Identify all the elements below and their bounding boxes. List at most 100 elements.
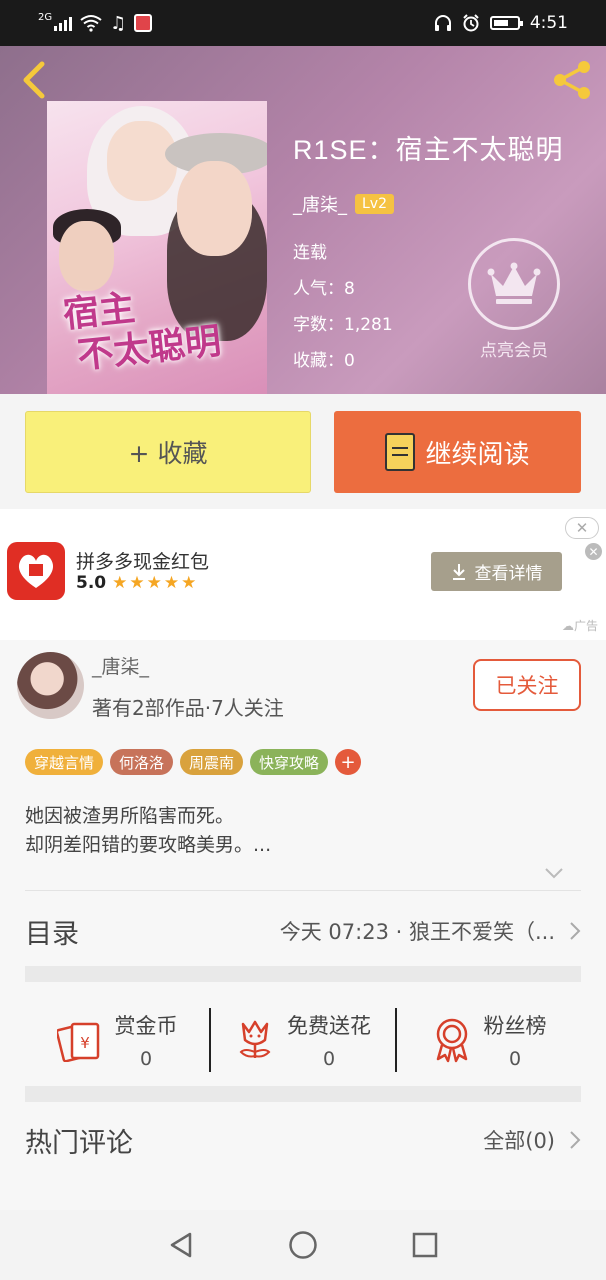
status-right: 4:51: [434, 13, 568, 33]
level-badge: Lv2: [355, 194, 394, 214]
section-divider: [25, 1086, 581, 1102]
reward-text: 粉丝榜 0: [484, 1010, 547, 1070]
chevron-right-icon: [570, 922, 581, 940]
chevron-down-icon: [545, 868, 563, 879]
fan-ranking-button[interactable]: 粉丝榜 0: [397, 1010, 581, 1070]
headset-icon: [434, 15, 451, 31]
crown-icon: [487, 262, 541, 304]
wifi-icon: [80, 15, 102, 32]
reward-text: 免费送花 0: [287, 1010, 371, 1070]
system-nav-bar: [0, 1210, 606, 1280]
tag[interactable]: 穿越言情: [25, 749, 104, 775]
favorite-button[interactable]: + 收藏: [25, 411, 311, 493]
reward-label: 赏金币: [114, 1014, 178, 1038]
book-intro: 她因被渣男所陷害而死。 却阴差阳错的要攻略美男。...: [25, 802, 271, 860]
download-icon: [452, 563, 465, 580]
expand-button[interactable]: [544, 864, 564, 879]
intro-line: 却阴差阳错的要攻略美男。...: [25, 834, 272, 856]
toc-label: 目录: [25, 918, 79, 950]
ad-label: ☁广告: [561, 619, 598, 633]
cover-figure: [177, 161, 252, 256]
status-left: 2G ♫: [38, 11, 153, 34]
continue-reading-button[interactable]: 继续阅读: [334, 411, 581, 493]
reward-label: 粉丝榜: [483, 1014, 547, 1038]
medal-icon: [436, 1018, 467, 1063]
flower-icon: [239, 1020, 271, 1058]
signal-icon: [54, 15, 73, 31]
status-bar: 2G ♫ 4:51: [0, 0, 606, 46]
app-notification-icon: [134, 14, 153, 32]
divider: [25, 890, 581, 891]
tag-list: 穿越言情 何洛洛 周震南 快穿攻略 +: [25, 749, 362, 775]
ad-details-button[interactable]: 查看详情: [431, 552, 562, 591]
more-tags-button[interactable]: +: [335, 749, 362, 775]
rewards-row: ¥ 赏金币 0 免费送花 0 粉丝榜 0: [25, 992, 581, 1088]
section-divider: [25, 966, 581, 982]
ad-title: 拼多多现金红包: [76, 551, 210, 573]
ad-rating: 5.0 ★★★★★: [76, 573, 198, 593]
intro-line: 她因被渣男所陷害而死。: [25, 805, 235, 827]
ad-close-button[interactable]: ✕: [565, 517, 599, 539]
pinduoduo-logo-icon: [7, 542, 65, 600]
triangle-back-icon: [170, 1232, 192, 1258]
author-section: _唐柒_ 著有2部作品·7人关注 已关注: [0, 640, 606, 730]
author-name[interactable]: _唐柒_: [92, 652, 149, 679]
cover-figure: [107, 121, 177, 201]
svg-text:¥: ¥: [80, 1034, 90, 1052]
table-of-contents-row[interactable]: 目录 今天 07:23 · 狼王不爱笑（...: [25, 900, 581, 962]
reward-coins-button[interactable]: ¥ 赏金币 0: [25, 1010, 209, 1070]
ad-label-text: 广告: [573, 619, 598, 633]
tag[interactable]: 何洛洛: [110, 749, 174, 775]
tag[interactable]: 周震南: [180, 749, 244, 775]
red-envelope-icon: ¥: [56, 1022, 99, 1062]
book-cover[interactable]: 宿主 不太聪明: [47, 101, 267, 394]
circle-home-icon: [289, 1231, 317, 1259]
ad-banner[interactable]: 拼多多现金红包 5.0 ★★★★★ 查看详情 ✕ ✕ ☁广告: [0, 509, 606, 640]
vip-button[interactable]: 点亮会员: [466, 238, 562, 361]
book-header: 宿主 不太聪明 R1SE：宿主不太聪明 _唐柒_ Lv2 连载 人气：8 字数：…: [0, 46, 606, 394]
avatar[interactable]: [17, 652, 84, 719]
vip-circle: [468, 238, 560, 330]
music-icon: ♫: [110, 12, 127, 34]
back-button[interactable]: [14, 58, 54, 102]
cover-figure: [59, 221, 114, 291]
author-row: _唐柒_ Lv2: [293, 191, 564, 217]
reward-count: 0: [508, 1048, 522, 1070]
reward-text: 赏金币 0: [115, 1010, 178, 1070]
square-recents-icon: [412, 1232, 438, 1258]
battery-icon: [489, 16, 523, 30]
reward-count: 0: [322, 1048, 336, 1070]
nav-home-button[interactable]: [283, 1225, 323, 1265]
tag[interactable]: 快穿攻略: [250, 749, 329, 775]
book-icon: [385, 433, 416, 471]
all-comments-link[interactable]: 全部(0): [483, 1125, 555, 1155]
ad-rating-value: 5.0: [76, 573, 107, 593]
action-bar: + 收藏 继续阅读: [0, 394, 606, 509]
author-name[interactable]: _唐柒_: [293, 191, 347, 217]
latest-chapter: 今天 07:23 · 狼王不爱笑（...: [279, 920, 555, 944]
close-icon[interactable]: ✕: [585, 543, 602, 560]
share-icon: [554, 61, 590, 99]
reward-count: 0: [139, 1048, 153, 1070]
continue-reading-label: 继续阅读: [425, 439, 530, 470]
send-flower-button[interactable]: 免费送花 0: [211, 1010, 395, 1070]
nav-recents-button[interactable]: [405, 1225, 445, 1265]
book-details: 穿越言情 何洛洛 周震南 快穿攻略 + 她因被渣男所陷害而死。 却阴差阳错的要攻…: [0, 730, 606, 1210]
ad-details-label: 查看详情: [474, 564, 543, 584]
hot-comments-row[interactable]: 热门评论 全部(0): [25, 1110, 581, 1170]
hot-comments-label: 热门评论: [25, 1127, 133, 1159]
follow-button[interactable]: 已关注: [473, 659, 581, 711]
star-rating-icon: ★★★★★: [112, 573, 199, 593]
chevron-right-icon: [570, 1131, 581, 1149]
clock: 4:51: [529, 13, 568, 33]
book-title: R1SE：宿主不太聪明: [293, 135, 564, 165]
author-summary: 著有2部作品·7人关注: [92, 696, 284, 720]
vip-label: 点亮会员: [480, 341, 548, 361]
chevron-left-icon: [23, 61, 45, 99]
alarm-icon: [463, 14, 479, 32]
share-button[interactable]: [550, 58, 594, 102]
nav-back-button[interactable]: [161, 1225, 201, 1265]
reward-label: 免费送花: [287, 1014, 371, 1038]
cover-title-art: 宿主 不太聪明: [61, 278, 223, 378]
network-type: 2G: [38, 11, 53, 23]
